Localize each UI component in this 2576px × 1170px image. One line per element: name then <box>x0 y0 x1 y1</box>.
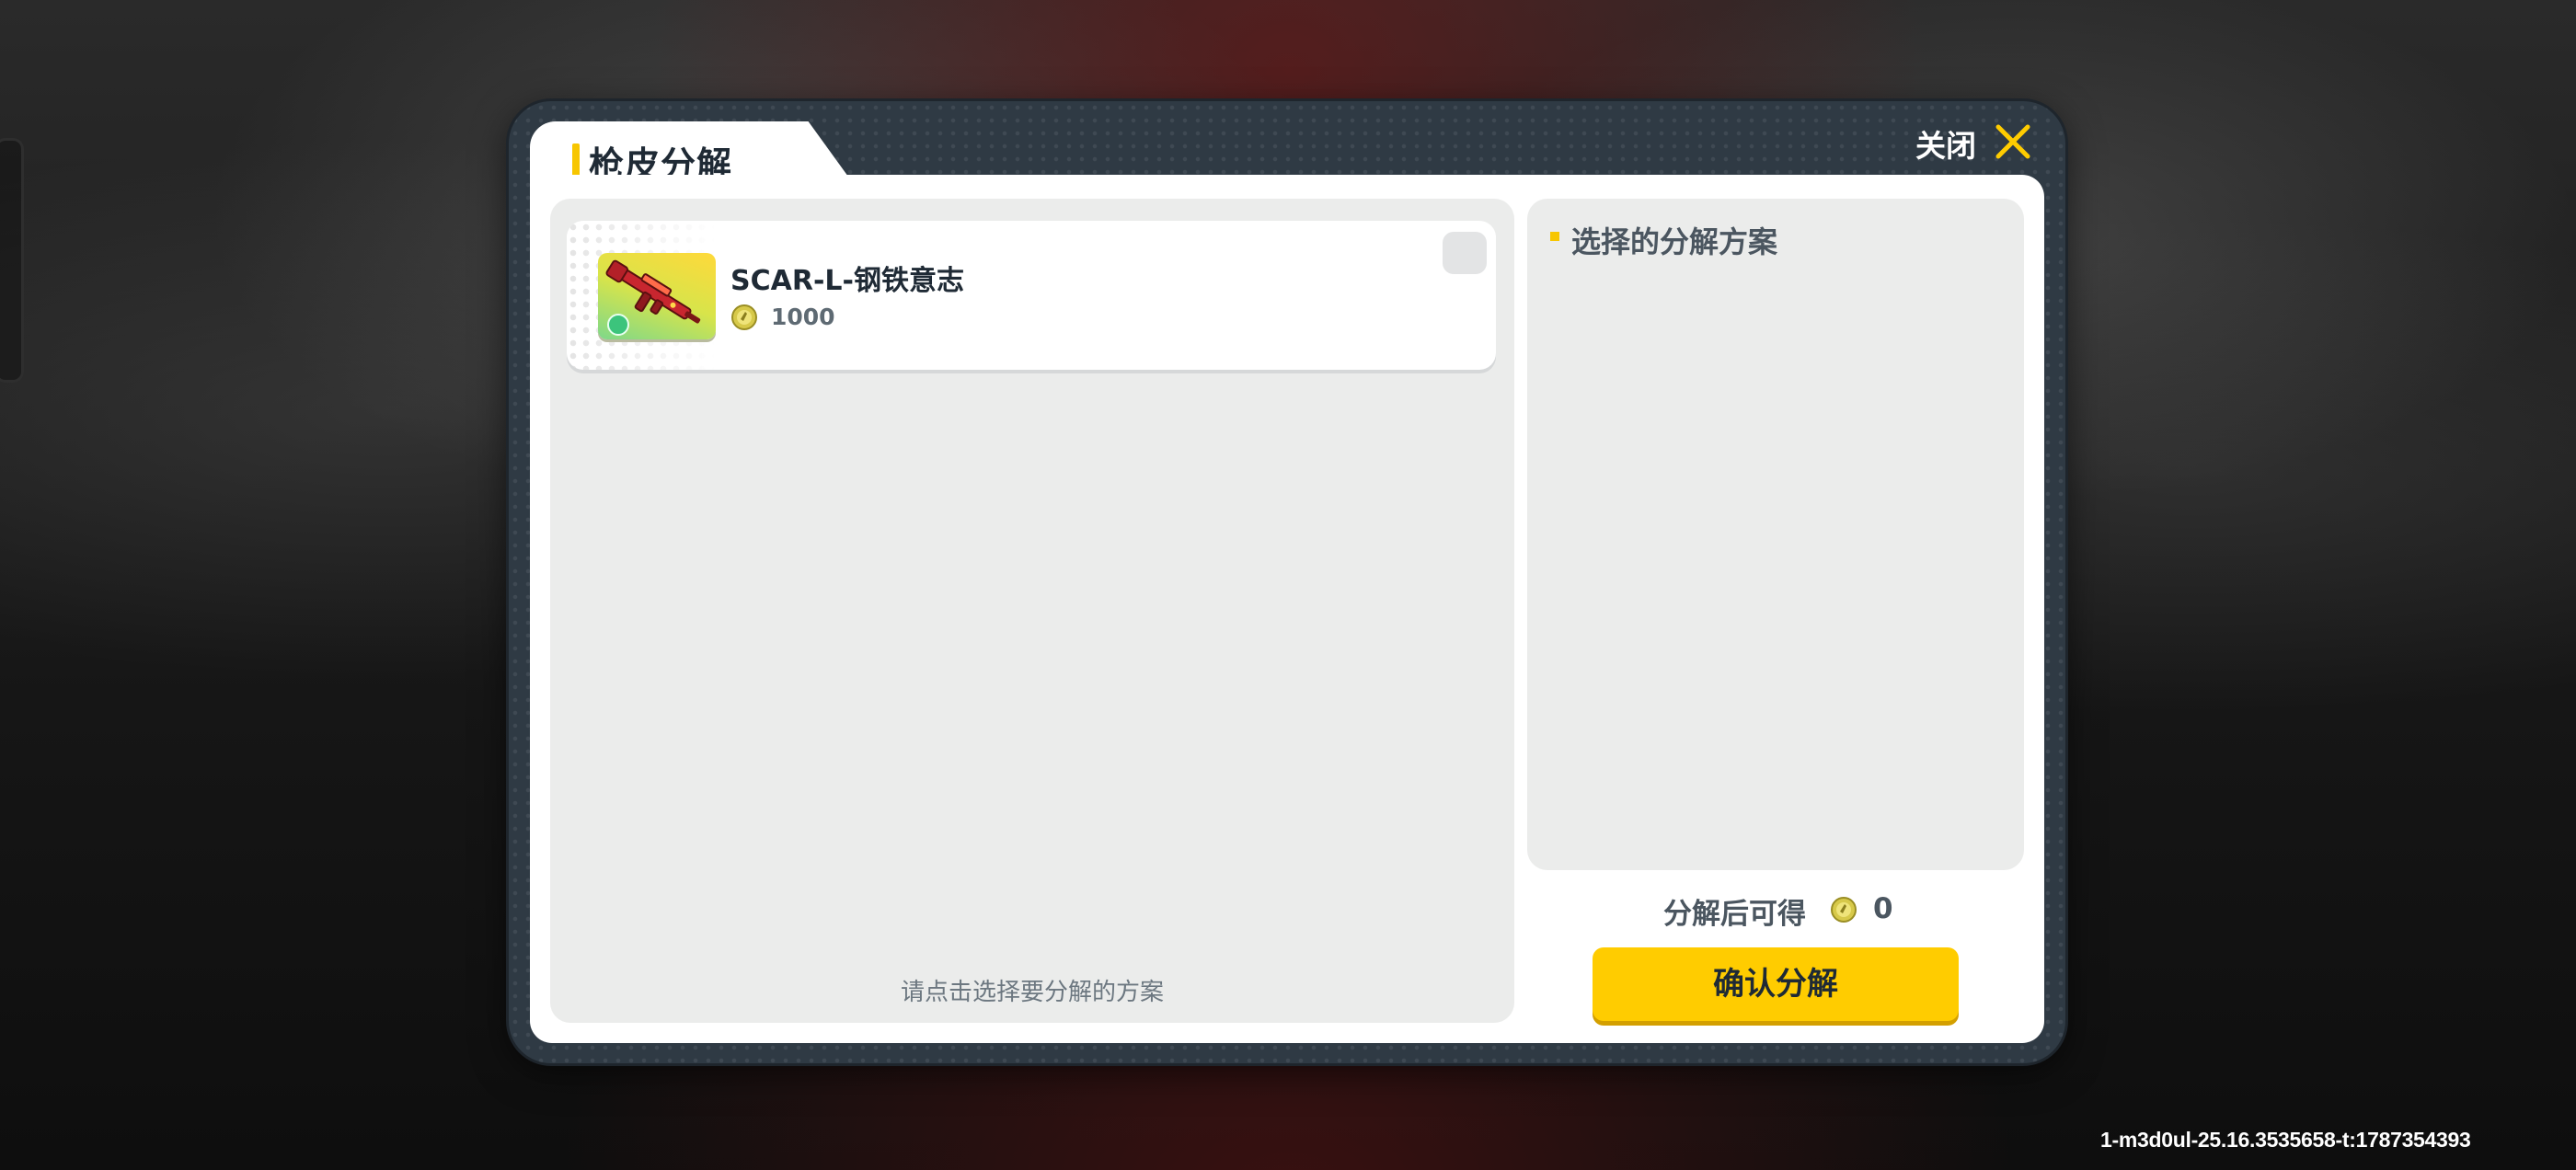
side-drawer-handle[interactable] <box>0 138 24 383</box>
close-button[interactable]: 关闭 <box>1906 116 2044 167</box>
coin-icon <box>731 304 757 330</box>
skin-name: SCAR-L-钢铁意志 <box>730 265 964 297</box>
game-background: 枪皮分解 关闭 SCAR-L-钢铁意志 1000 请点击选择要分解的方案 选择的… <box>0 0 2576 1170</box>
yield-label: 分解后可得 <box>1663 898 1806 931</box>
build-id: 1-m3d0ul-25.16.3535658-t:1787354393 <box>2100 1128 2471 1152</box>
close-label: 关闭 <box>1915 128 1976 164</box>
selection-hint: 请点击选择要分解的方案 <box>900 979 1164 1006</box>
rarity-badge-icon <box>607 314 629 336</box>
confirm-decompose-button[interactable]: 确认分解 <box>1593 947 1959 1021</box>
yield-value: 0 <box>1873 892 1893 925</box>
select-checkbox[interactable] <box>1443 232 1487 274</box>
close-icon <box>1995 124 2030 159</box>
title-accent-bar <box>572 143 580 177</box>
coin-icon <box>1831 897 1857 923</box>
selected-plan-panel <box>1527 199 2024 870</box>
section-bullet <box>1550 232 1559 241</box>
skin-price: 1000 <box>771 304 835 330</box>
skin-thumbnail <box>598 253 716 339</box>
plan-panel-title: 选择的分解方案 <box>1571 224 1778 259</box>
